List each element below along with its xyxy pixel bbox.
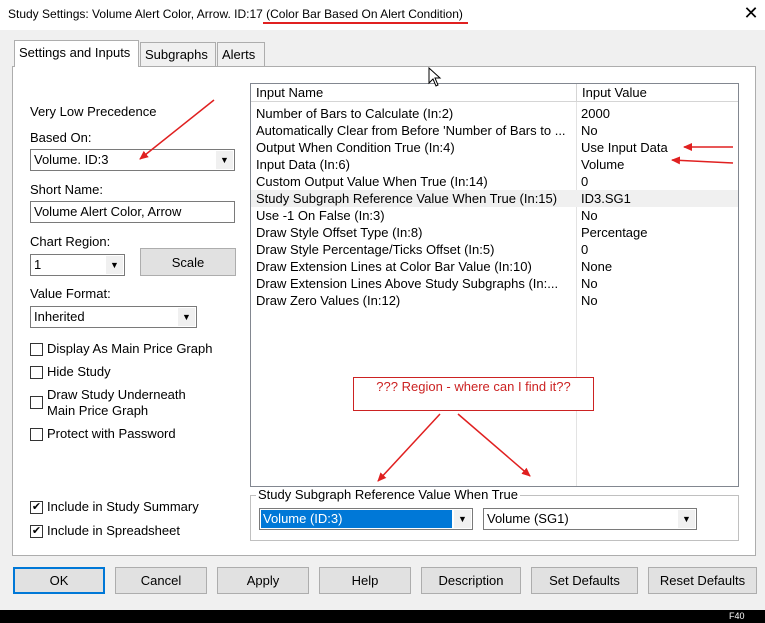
- help-button[interactable]: Help: [319, 567, 411, 594]
- annotation-arrow: [457, 413, 531, 477]
- annotation-arrows: [139, 22, 734, 482]
- annotation-arrow: [377, 413, 441, 482]
- taskbar-strip: [0, 610, 765, 623]
- cancel-button[interactable]: Cancel: [115, 567, 207, 594]
- description-button[interactable]: Description: [421, 567, 521, 594]
- annotation-arrow: [671, 156, 734, 165]
- taskbar-hint: F40: [729, 611, 745, 621]
- tab-settings-and-inputs[interactable]: Settings and Inputs: [14, 40, 139, 67]
- apply-button[interactable]: Apply: [217, 567, 309, 594]
- set-defaults-button[interactable]: Set Defaults: [531, 567, 638, 594]
- ok-button[interactable]: OK: [13, 567, 105, 594]
- annotation-arrow: [139, 99, 215, 160]
- reset-defaults-button[interactable]: Reset Defaults: [648, 567, 757, 594]
